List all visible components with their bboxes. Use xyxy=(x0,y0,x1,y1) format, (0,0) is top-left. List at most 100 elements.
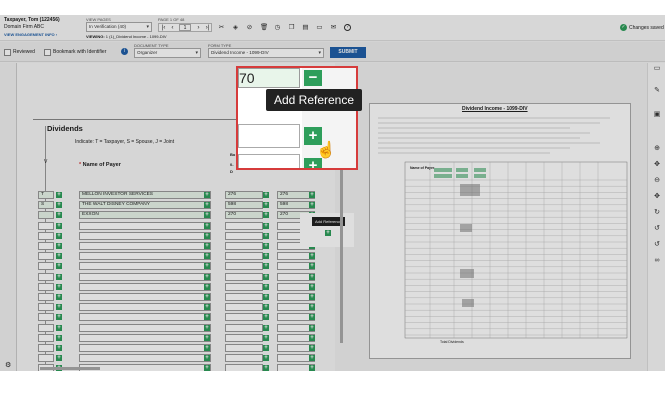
amount-field[interactable] xyxy=(225,221,263,230)
add-button[interactable]: + xyxy=(263,263,269,270)
add-button[interactable]: + xyxy=(56,294,62,300)
rotate-right-icon[interactable]: ↻ xyxy=(652,209,662,217)
tsj-field[interactable] xyxy=(38,221,54,230)
add-reference-button-small[interactable]: + xyxy=(325,230,331,236)
last-page-icon[interactable]: ›| xyxy=(204,24,211,31)
payer-field[interactable] xyxy=(79,344,211,352)
add-button[interactable]: + xyxy=(309,294,315,300)
tsj-field[interactable] xyxy=(38,272,54,281)
amount-field[interactable] xyxy=(225,231,263,240)
add-button[interactable]: + xyxy=(56,192,62,198)
add-button[interactable]: + xyxy=(56,212,62,219)
amount-field[interactable] xyxy=(225,344,263,352)
prev-page-icon[interactable]: ‹ xyxy=(169,24,176,31)
reviewed-checkbox[interactable] xyxy=(4,49,11,56)
add-button[interactable]: + xyxy=(204,222,210,229)
note-icon[interactable]: ▣ xyxy=(652,111,662,119)
add-button[interactable]: + xyxy=(204,283,210,290)
add-button[interactable]: + xyxy=(263,212,269,219)
add-button[interactable]: + xyxy=(309,355,315,362)
payer-field[interactable] xyxy=(79,262,211,271)
remove-reference-button[interactable]: − xyxy=(304,70,322,86)
link-icon[interactable]: ∞ xyxy=(652,257,662,265)
tsj-field[interactable]: S xyxy=(38,201,54,210)
add-button[interactable]: + xyxy=(204,334,210,341)
add-button[interactable]: + xyxy=(263,314,269,321)
settings-gear-icon[interactable]: ⚙ xyxy=(5,361,11,369)
add-button[interactable]: + xyxy=(204,355,210,362)
add-button[interactable]: + xyxy=(56,273,62,280)
amount-field[interactable] xyxy=(225,354,263,363)
formtype-select[interactable]: Dividend Income - 1099-DIV xyxy=(208,48,324,58)
add-button[interactable]: + xyxy=(263,202,269,209)
add-button[interactable]: + xyxy=(309,263,315,270)
tsj-field[interactable] xyxy=(38,354,54,363)
add-button[interactable]: + xyxy=(56,232,62,239)
layers-icon[interactable]: ◈ xyxy=(232,24,239,31)
add-button[interactable]: + xyxy=(204,365,210,371)
add-button[interactable]: + xyxy=(309,314,315,321)
zoom-out-icon[interactable]: ⊖ xyxy=(652,177,662,185)
payer-field[interactable] xyxy=(79,242,211,250)
amount-field[interactable] xyxy=(225,303,263,312)
add-button[interactable]: + xyxy=(204,243,210,249)
rotate-left-icon[interactable]: ↺ xyxy=(652,225,662,233)
bookmark-checkbox[interactable] xyxy=(44,49,51,56)
add-button[interactable]: + xyxy=(309,334,315,341)
engagement-link[interactable]: VIEW ENGAGEMENT INFO › xyxy=(4,32,57,37)
tsj-field[interactable] xyxy=(38,323,54,332)
payer-field[interactable] xyxy=(79,313,211,322)
add-button[interactable]: + xyxy=(204,202,210,209)
first-page-icon[interactable]: |‹ xyxy=(160,24,167,31)
amount-field[interactable] xyxy=(225,333,263,342)
add-button[interactable]: + xyxy=(309,202,315,209)
tsj-field[interactable] xyxy=(38,231,54,240)
amount-field[interactable]: 598 xyxy=(225,201,263,210)
amount-field[interactable]: 276 xyxy=(225,191,263,199)
add-button[interactable]: + xyxy=(204,232,210,239)
amount-field[interactable] xyxy=(225,293,263,301)
amount-field[interactable] xyxy=(225,313,263,322)
add-button[interactable]: + xyxy=(263,222,269,229)
tsj-field[interactable] xyxy=(38,252,54,261)
zoom-value-field[interactable]: 70 xyxy=(238,68,300,88)
add-button[interactable]: + xyxy=(204,294,210,300)
add-button[interactable]: + xyxy=(56,243,62,249)
add-button[interactable]: + xyxy=(56,324,62,331)
scissors-icon[interactable]: ✂ xyxy=(218,24,225,31)
amount-field[interactable] xyxy=(225,242,263,250)
amount-field[interactable] xyxy=(225,252,263,261)
amount-field[interactable]: 270 xyxy=(225,211,263,220)
comment-icon[interactable]: ▭ xyxy=(316,24,323,31)
add-button[interactable]: + xyxy=(263,324,269,331)
payer-field[interactable] xyxy=(79,293,211,301)
reset-icon[interactable]: ↺ xyxy=(652,241,662,249)
history-icon[interactable]: ◷ xyxy=(274,24,281,31)
print-icon[interactable]: ▭ xyxy=(652,65,662,73)
fit-icon[interactable]: ✥ xyxy=(652,193,662,201)
payer-field[interactable] xyxy=(79,303,211,312)
tsj-field[interactable] xyxy=(38,313,54,322)
add-button[interactable]: + xyxy=(56,283,62,290)
tsj-field[interactable] xyxy=(38,333,54,342)
add-button[interactable]: + xyxy=(263,355,269,362)
add-button[interactable]: + xyxy=(56,222,62,229)
amount-field[interactable] xyxy=(225,364,263,371)
add-button[interactable]: + xyxy=(263,243,269,249)
hide-icon[interactable]: ⊘ xyxy=(246,24,253,31)
add-button[interactable]: + xyxy=(204,263,210,270)
tsj-field[interactable] xyxy=(38,262,54,271)
help-icon[interactable]: ? xyxy=(344,24,351,31)
add-button[interactable]: + xyxy=(204,273,210,280)
horizontal-scrollbar[interactable] xyxy=(40,367,100,370)
tsj-field[interactable] xyxy=(38,303,54,312)
add-button[interactable]: + xyxy=(204,314,210,321)
add-button[interactable]: + xyxy=(56,253,62,260)
add-button[interactable]: + xyxy=(263,365,269,371)
add-button[interactable]: + xyxy=(56,202,62,209)
copy-icon[interactable]: ❐ xyxy=(288,24,295,31)
add-button[interactable]: + xyxy=(309,192,315,198)
amount-field[interactable] xyxy=(225,323,263,332)
amount-field[interactable] xyxy=(225,272,263,281)
tsj-field[interactable] xyxy=(38,293,54,301)
